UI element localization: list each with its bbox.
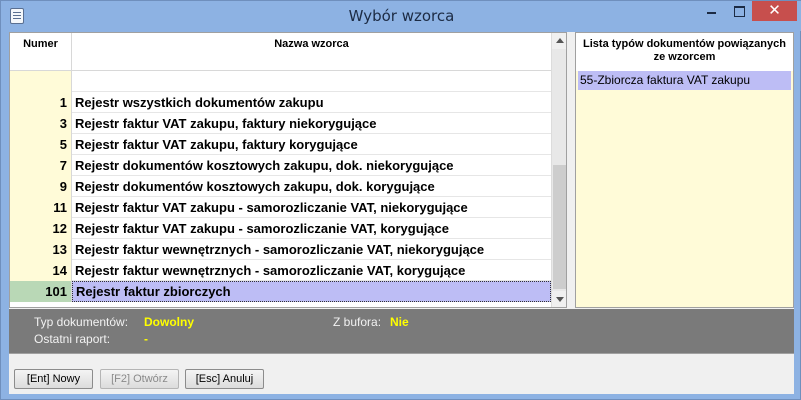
- document-types-header: Lista typów dokumentów powiązanych ze wz…: [576, 33, 793, 71]
- row-name: Rejestr faktur VAT zakupu - samorozlicza…: [75, 221, 449, 236]
- dialog-content: Numer Nazwa wzorca 1 Rejestr wszystkich d…: [9, 32, 794, 394]
- scroll-down-arrow-icon[interactable]: [552, 291, 566, 307]
- scroll-thumb[interactable]: [553, 165, 566, 289]
- row-number: 101: [10, 281, 72, 302]
- row-name: Rejestr faktur VAT zakupu - samorozlicza…: [75, 200, 468, 215]
- column-header-name[interactable]: Nazwa wzorca: [72, 33, 551, 71]
- title-bar[interactable]: Wybór wzorca ✕: [1, 1, 801, 31]
- dialog-window: Wybór wzorca ✕ Numer Nazwa wzorca 1 Rejes…: [0, 0, 801, 400]
- row-number: 12: [10, 218, 72, 239]
- row-number: 13: [10, 239, 72, 260]
- row-number: 14: [10, 260, 72, 281]
- row-name: Rejestr faktur wewnętrznych - samorozlic…: [75, 242, 485, 257]
- table-row-empty: [10, 71, 551, 92]
- window-title: Wybór wzorca: [348, 7, 455, 25]
- maximize-button[interactable]: [725, 1, 752, 21]
- table-row[interactable]: 14 Rejestr faktur wewnętrznych - samorozl…: [10, 260, 551, 281]
- row-number-cell: [10, 71, 72, 92]
- column-header-number[interactable]: Numer: [10, 33, 72, 71]
- last-report-label: Ostatni raport:: [34, 332, 111, 346]
- row-number: 3: [10, 113, 72, 134]
- doc-type-value: Dowolny: [144, 315, 194, 329]
- table-row-selected[interactable]: 101 Rejestr faktur zbiorczych: [10, 281, 551, 302]
- row-name: Rejestr faktur VAT zakupu, faktury koryg…: [75, 137, 358, 152]
- table-row[interactable]: 7 Rejestr dokumentów kosztowych zakupu, d…: [10, 155, 551, 176]
- row-number: 9: [10, 176, 72, 197]
- buffer-label: Z bufora:: [333, 315, 382, 329]
- buffer-value: Nie: [390, 315, 409, 329]
- grid-scrollbar[interactable]: [551, 33, 566, 307]
- table-row[interactable]: 12 Rejestr faktur VAT zakupu - samorozlic…: [10, 218, 551, 239]
- minimize-button[interactable]: [698, 1, 725, 21]
- table-row[interactable]: 3 Rejestr faktur VAT zakupu, faktury niek…: [10, 113, 551, 134]
- row-number: 11: [10, 197, 72, 218]
- table-row[interactable]: 11 Rejestr faktur VAT zakupu - samorozlic…: [10, 197, 551, 218]
- scroll-up-arrow-icon[interactable]: [552, 33, 566, 49]
- row-number: 1: [10, 92, 72, 113]
- row-name: Rejestr dokumentów kosztowych zakupu, do…: [75, 158, 454, 173]
- table-row[interactable]: 13 Rejestr faktur wewnętrznych - samorozl…: [10, 239, 551, 260]
- row-name: Rejestr wszystkich dokumentów zakupu: [75, 95, 324, 110]
- new-button[interactable]: [Ent] Nowy: [14, 369, 93, 389]
- table-row[interactable]: 1 Rejestr wszystkich dokumentów zakupu: [10, 92, 551, 113]
- row-name: Rejestr faktur zbiorczych: [72, 281, 551, 302]
- last-report-value: -: [144, 332, 148, 346]
- table-row[interactable]: 9 Rejestr dokumentów kosztowych zakupu, d…: [10, 176, 551, 197]
- template-grid: Numer Nazwa wzorca 1 Rejestr wszystkich d…: [9, 32, 567, 308]
- row-name-cell: [72, 71, 551, 92]
- grid-rows: 1 Rejestr wszystkich dokumentów zakupu 3R…: [10, 71, 551, 302]
- document-type-item[interactable]: 55-Zbiorcza faktura VAT zakupu: [578, 71, 791, 90]
- button-bar: [Ent] Nowy [F2] Otwórz [Esc] Anuluj: [9, 353, 794, 394]
- info-panel: Typ dokumentów: Dowolny Z bufora: Nie Os…: [9, 309, 794, 353]
- row-number: 7: [10, 155, 72, 176]
- row-name: Rejestr faktur wewnętrznych - samorozlic…: [75, 263, 466, 278]
- close-button[interactable]: ✕: [752, 1, 797, 21]
- document-types-panel: Lista typów dokumentów powiązanych ze wz…: [575, 32, 794, 308]
- row-name: Rejestr dokumentów kosztowych zakupu, do…: [75, 179, 435, 194]
- open-button[interactable]: [F2] Otwórz: [100, 369, 179, 389]
- cancel-button[interactable]: [Esc] Anuluj: [185, 369, 264, 389]
- grid-header: Numer Nazwa wzorca: [10, 33, 551, 71]
- row-number: 5: [10, 134, 72, 155]
- table-row[interactable]: 5 Rejestr faktur VAT zakupu, faktury kory…: [10, 134, 551, 155]
- doc-type-label: Typ dokumentów:: [34, 315, 129, 329]
- row-name: Rejestr faktur VAT zakupu, faktury nieko…: [75, 116, 377, 131]
